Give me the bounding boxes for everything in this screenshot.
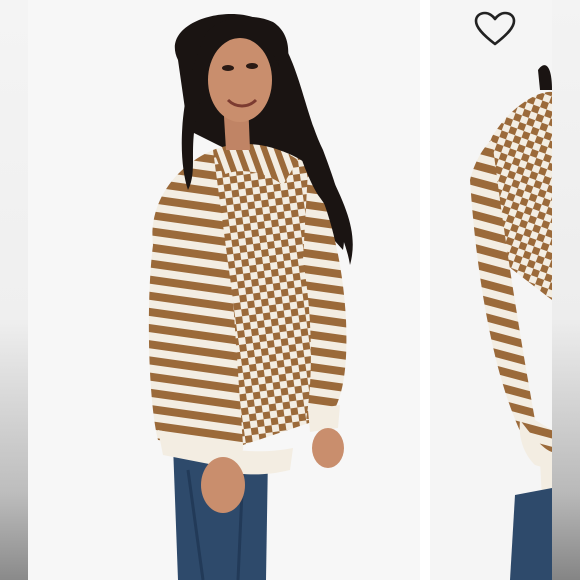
heart-outline-icon [474, 11, 516, 47]
model-photo [148, 13, 353, 580]
like-button[interactable] [472, 8, 518, 50]
product-photo-carousel[interactable] [0, 0, 580, 580]
product-photo-next[interactable] [430, 0, 552, 580]
back-view-photo [470, 65, 552, 580]
carousel-edge-left [0, 0, 28, 580]
carousel-edge-right [552, 0, 580, 580]
slide-gap [420, 0, 430, 580]
product-photo-main[interactable] [28, 0, 420, 580]
